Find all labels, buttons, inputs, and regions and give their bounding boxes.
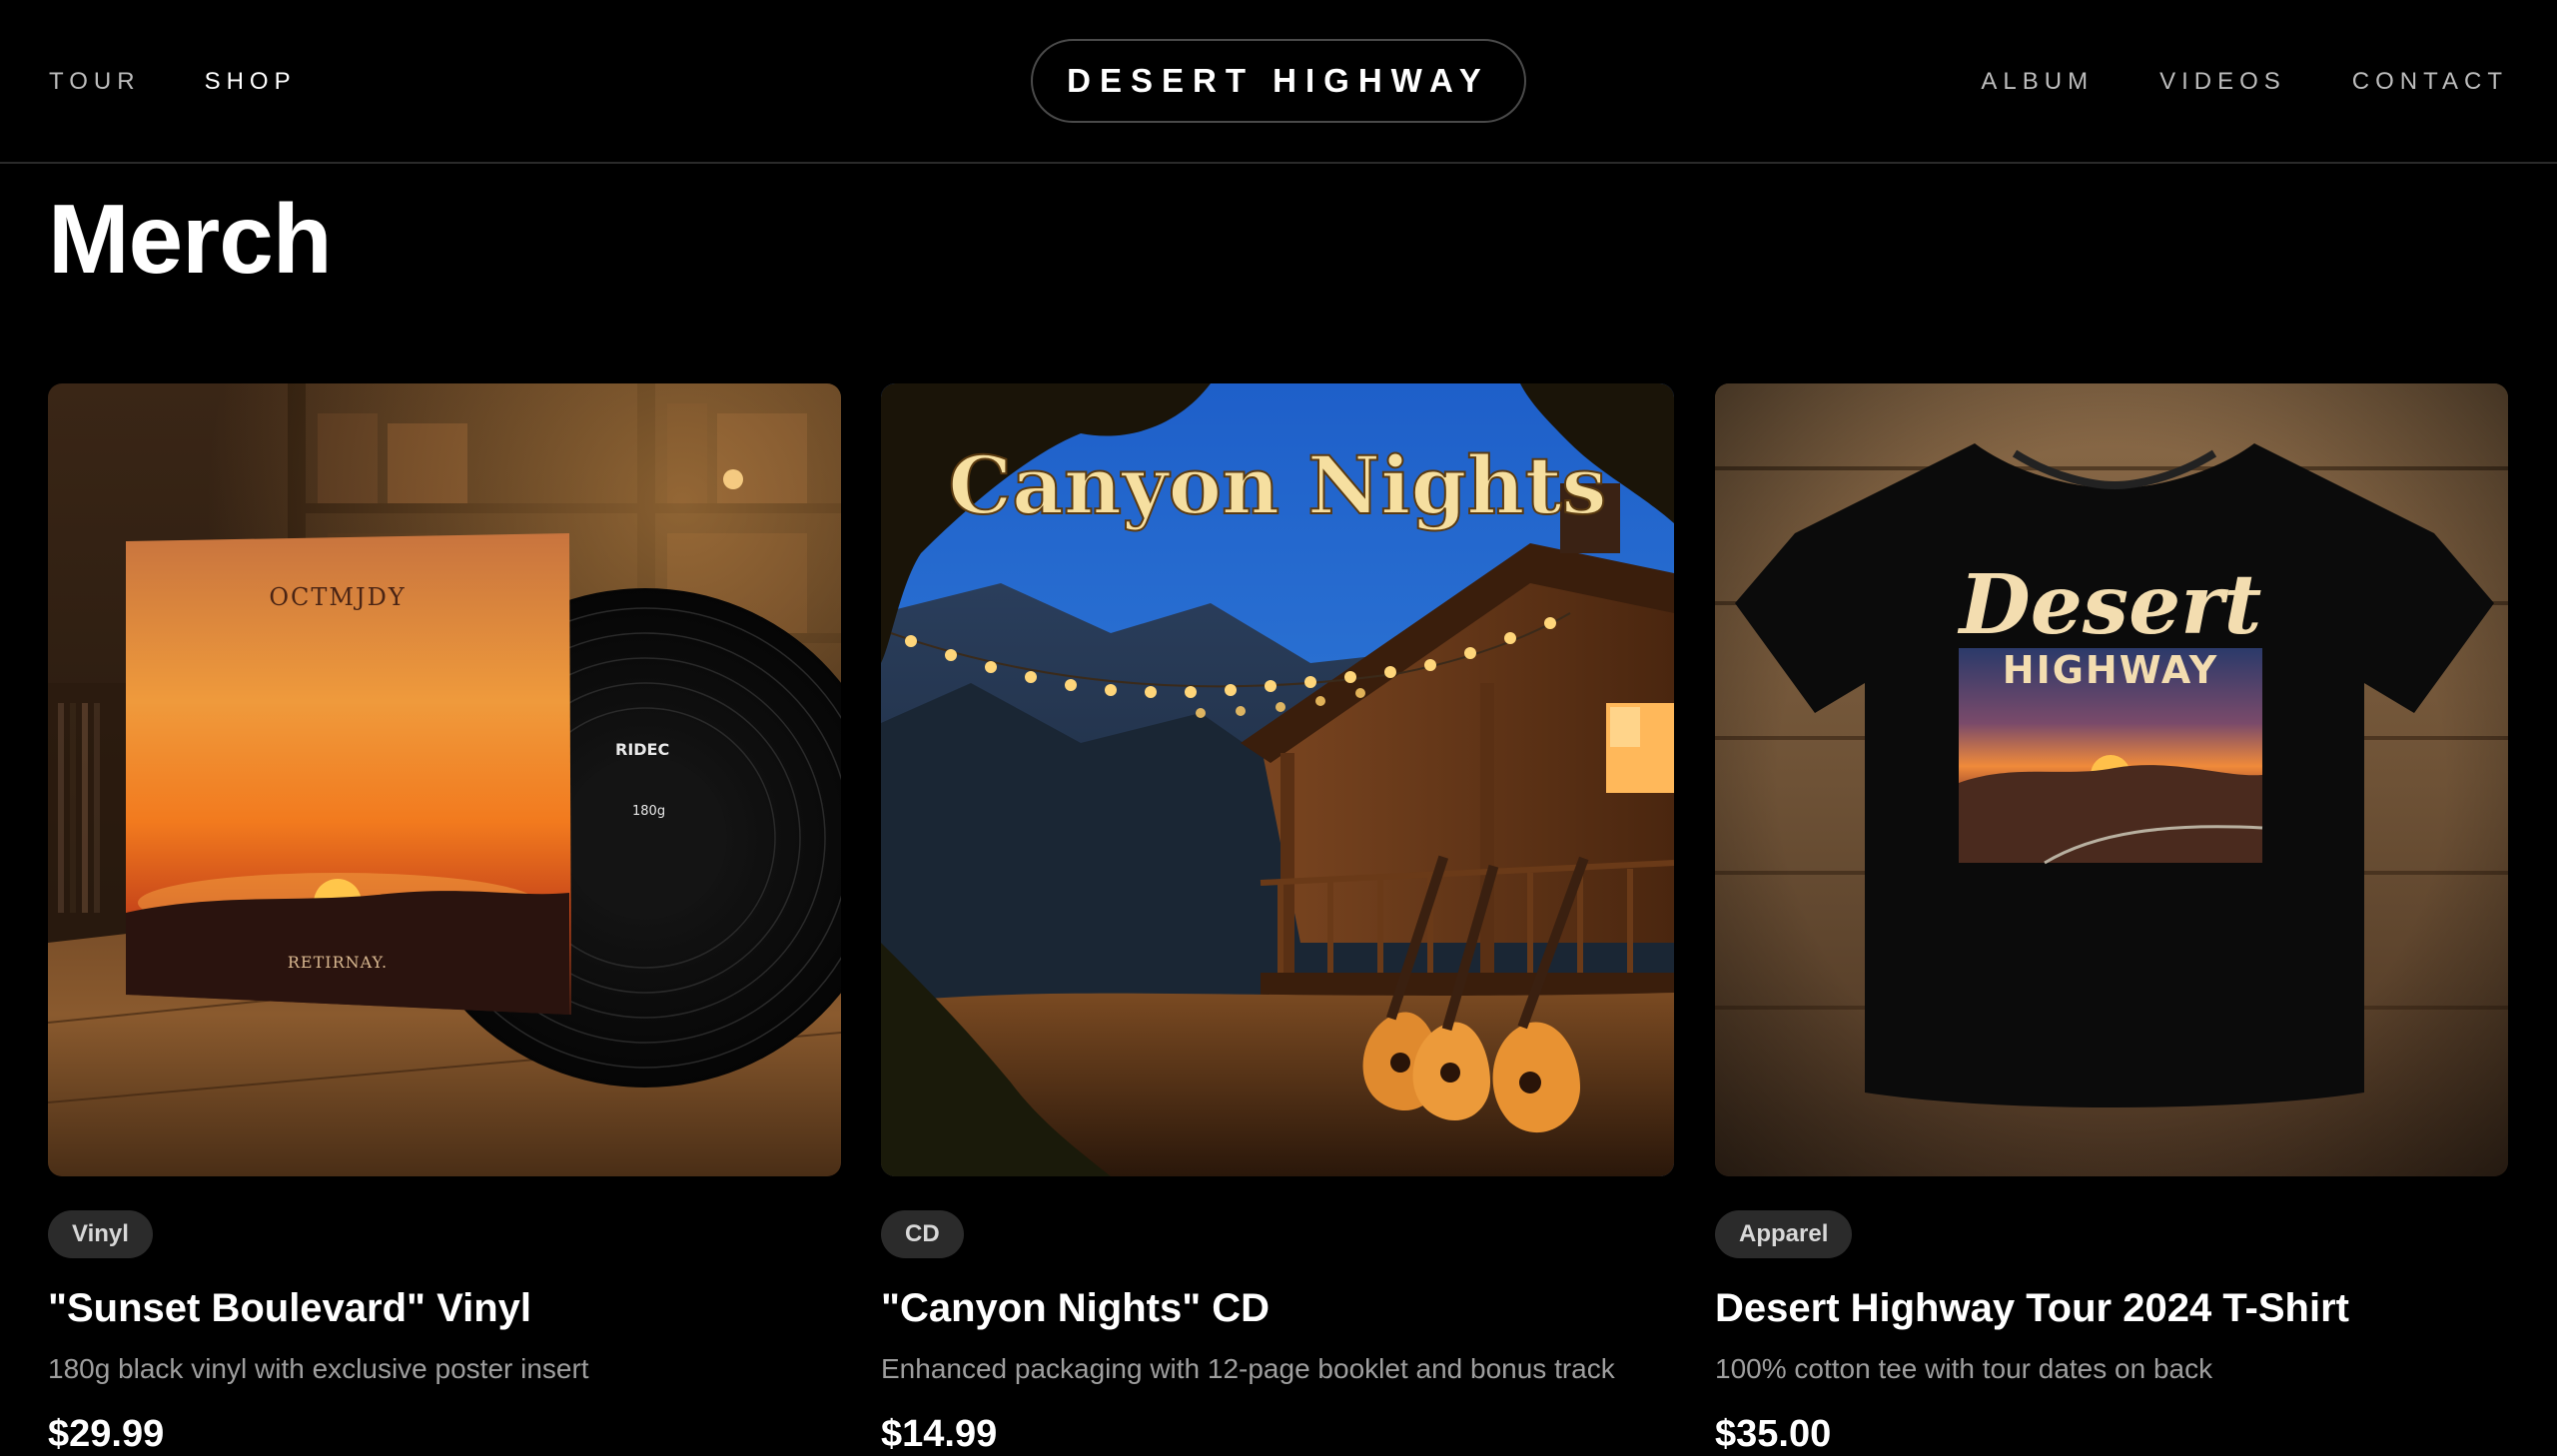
site-header: TOUR SHOP DESERT HIGHWAY ALBUM VIDEOS CO… bbox=[0, 0, 2557, 164]
product-card-cd[interactable]: Canyon Nights CD "Canyon Nights" CD Enha… bbox=[881, 383, 1674, 1456]
vinyl-label-text: RIDEC bbox=[615, 740, 669, 759]
vinyl-sleeve-title: OCTMJDY bbox=[269, 583, 406, 611]
product-description-cd: Enhanced packaging with 12-page booklet … bbox=[881, 1353, 1615, 1384]
nav-contact-link[interactable]: CONTACT bbox=[2352, 68, 2508, 96]
nav-tour-link[interactable]: TOUR bbox=[49, 68, 141, 96]
category-badge-vinyl[interactable]: Vinyl bbox=[48, 1210, 153, 1258]
cd-cover-headline: Canyon Nights bbox=[948, 438, 1606, 532]
vinyl-photo: RIDEC 180g OCTMJDY RETIRNAY. bbox=[48, 383, 841, 1176]
nav-right: ALBUM VIDEOS CONTACT bbox=[1981, 0, 2508, 164]
nav-album-link[interactable]: ALBUM bbox=[1981, 68, 2094, 96]
vinyl-label-weight: 180g bbox=[632, 804, 665, 819]
product-title-cd[interactable]: "Canyon Nights" CD bbox=[881, 1286, 1674, 1331]
product-title-vinyl[interactable]: "Sunset Boulevard" Vinyl bbox=[48, 1286, 841, 1331]
product-description-tshirt: 100% cotton tee with tour dates on back bbox=[1715, 1353, 2213, 1384]
product-card-tshirt[interactable]: Desert HIGHWAY Apparel Desert Highway To… bbox=[1715, 383, 2508, 1456]
product-image-cd[interactable]: Canyon Nights bbox=[881, 383, 1674, 1176]
nav-left: TOUR SHOP bbox=[49, 0, 297, 164]
category-badge-cd[interactable]: CD bbox=[881, 1210, 964, 1258]
product-title-tshirt[interactable]: Desert Highway Tour 2024 T-Shirt bbox=[1715, 1286, 2508, 1331]
product-description-vinyl: 180g black vinyl with exclusive poster i… bbox=[48, 1353, 589, 1384]
product-image-tshirt[interactable]: Desert HIGHWAY bbox=[1715, 383, 2508, 1176]
product-price-cd: $14.99 bbox=[881, 1413, 998, 1455]
tshirt-photo: Desert HIGHWAY bbox=[1715, 383, 2508, 1176]
category-badge-apparel[interactable]: Apparel bbox=[1715, 1210, 1853, 1258]
product-card-vinyl[interactable]: RIDEC 180g OCTMJDY RETIRNAY. Vinyl "Suns… bbox=[48, 383, 841, 1456]
page-title: Merch bbox=[48, 184, 333, 294]
product-image-vinyl[interactable]: RIDEC 180g OCTMJDY RETIRNAY. bbox=[48, 383, 841, 1176]
tshirt-print-caps: HIGHWAY bbox=[2003, 648, 2218, 692]
product-price-vinyl: $29.99 bbox=[48, 1413, 165, 1455]
brand-logo-button[interactable]: DESERT HIGHWAY bbox=[1031, 39, 1526, 123]
canyon-nights-photo: Canyon Nights bbox=[881, 383, 1674, 1176]
nav-videos-link[interactable]: VIDEOS bbox=[2159, 68, 2286, 96]
nav-shop-link[interactable]: SHOP bbox=[205, 68, 297, 96]
vinyl-sleeve-subtitle: RETIRNAY. bbox=[288, 953, 388, 972]
tshirt-print-script: Desert bbox=[1958, 557, 2262, 653]
product-price-tshirt: $35.00 bbox=[1715, 1413, 1832, 1455]
